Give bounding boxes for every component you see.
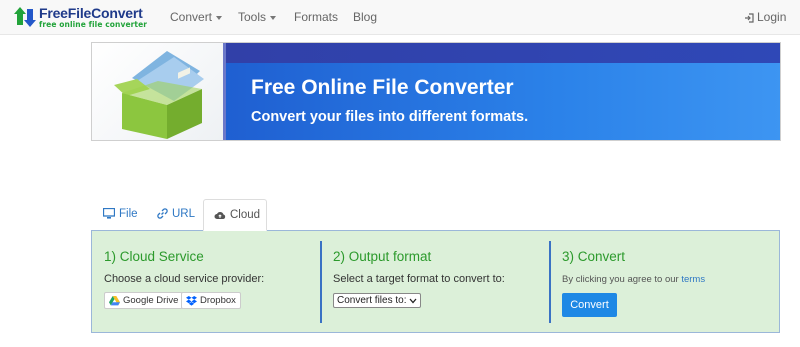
step-output-text: Select a target format to convert to: <box>333 273 505 285</box>
banner-divider <box>223 43 226 140</box>
nav-convert-dropdown[interactable]: Convert <box>170 0 223 35</box>
output-format-value: Convert files to: <box>337 295 407 306</box>
caret-down-icon <box>216 15 223 20</box>
nav-tools-dropdown[interactable]: Tools <box>238 0 277 35</box>
sign-in-icon <box>745 13 754 23</box>
column-divider <box>549 241 551 323</box>
tab-file[interactable]: File <box>93 199 148 231</box>
login-link[interactable]: Login <box>744 0 786 35</box>
column-divider <box>320 241 322 323</box>
google-drive-label: Google Drive <box>123 295 179 306</box>
nav-convert-label: Convert <box>170 10 213 24</box>
convert-button[interactable]: Convert <box>562 293 617 317</box>
google-drive-button[interactable]: Google Drive <box>104 292 184 309</box>
step-cloud-title: 1) Cloud Service <box>104 249 204 264</box>
terms-link[interactable]: terms <box>681 274 705 285</box>
nav-formats-link[interactable]: Formats <box>294 0 338 35</box>
caret-down-icon <box>270 15 277 20</box>
file-box-illustration <box>92 43 223 140</box>
banner-top-strip <box>223 43 780 63</box>
brand-tagline: free online file converter <box>39 19 148 29</box>
dropbox-button[interactable]: Dropbox <box>181 292 241 309</box>
cloud-icon <box>214 212 226 219</box>
terms-prefix: By clicking you agree to our <box>562 274 682 285</box>
tab-cloud[interactable]: Cloud <box>203 199 267 231</box>
monitor-icon <box>103 208 115 219</box>
logo-arrows-icon <box>13 5 37 29</box>
link-icon <box>157 208 168 219</box>
nav-tools-label: Tools <box>238 10 267 24</box>
dropbox-label: Dropbox <box>200 295 236 306</box>
terms-notice: By clicking you agree to our terms <box>562 274 705 285</box>
output-format-select[interactable]: Convert files to: <box>333 293 422 308</box>
banner-title: Free Online File Converter <box>251 76 514 99</box>
dropbox-icon <box>186 295 197 306</box>
brand-logo[interactable]: FreeFileConvert free online file convert… <box>13 4 147 30</box>
step-output-title: 2) Output format <box>333 249 432 264</box>
chevron-down-icon <box>409 298 417 303</box>
nav-blog-link[interactable]: Blog <box>353 0 377 35</box>
step-cloud-text: Choose a cloud service provider: <box>104 273 265 285</box>
tab-file-label: File <box>119 208 138 220</box>
google-drive-icon <box>109 295 120 305</box>
tab-cloud-label: Cloud <box>230 209 261 221</box>
brand-name: FreeFileConvert <box>39 4 143 21</box>
source-tabs: File URL Cloud <box>91 199 781 231</box>
step-convert-title: 3) Convert <box>562 249 626 264</box>
tab-url[interactable]: URL <box>147 199 205 231</box>
converter-panel: 1) Cloud Service Choose a cloud service … <box>91 230 780 333</box>
banner-subtitle: Convert your files into different format… <box>251 109 529 125</box>
hero-banner: Free Online File Converter Convert your … <box>91 42 781 141</box>
tab-url-label: URL <box>172 208 196 220</box>
top-navbar: FreeFileConvert free online file convert… <box>0 0 800 35</box>
login-label: Login <box>757 10 787 24</box>
